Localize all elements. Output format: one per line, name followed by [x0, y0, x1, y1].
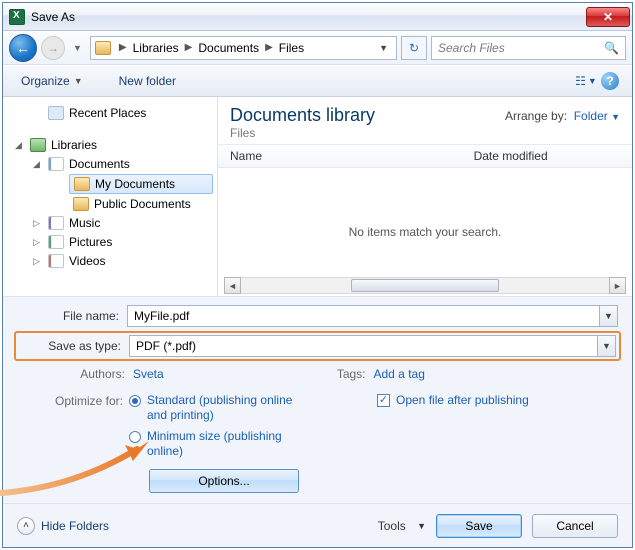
view-options-button[interactable]: ☷ ▼ — [574, 70, 598, 92]
folder-icon — [95, 41, 111, 55]
nav-bar: ← → ▼ ▶ Libraries ▶ Documents ▶ Files ▼ … — [3, 31, 632, 65]
videos-icon — [48, 254, 64, 268]
arrange-by-menu[interactable]: Arrange by: Folder ▼ — [505, 105, 620, 140]
music-icon — [48, 216, 64, 230]
radio-icon — [129, 395, 141, 407]
save-button[interactable]: Save — [436, 514, 522, 538]
tags-label: Tags: — [318, 367, 368, 381]
excel-app-icon — [9, 9, 25, 25]
empty-message: No items match your search. — [349, 225, 502, 239]
filename-input[interactable]: MyFile.pdf ▼ — [127, 305, 618, 327]
recent-places-icon — [48, 106, 64, 120]
library-title: Documents library — [230, 105, 505, 126]
search-input[interactable]: Search Files 🔍 — [431, 36, 626, 60]
radio-icon — [129, 431, 141, 443]
tree-music[interactable]: ▷ Music — [29, 214, 213, 232]
optimize-label: Optimize for: — [41, 393, 129, 459]
tree-recent-places[interactable]: Recent Places — [29, 104, 213, 122]
tree-public-documents[interactable]: Public Documents — [69, 195, 213, 213]
close-button[interactable]: ✕ — [586, 7, 630, 27]
cancel-button[interactable]: Cancel — [532, 514, 618, 538]
savetype-dropdown[interactable]: PDF (*.pdf) ▼ — [129, 335, 616, 357]
back-button[interactable]: ← — [9, 34, 37, 62]
highlight-save-as-type: Save as type: PDF (*.pdf) ▼ — [14, 331, 621, 361]
savetype-label: Save as type: — [19, 339, 129, 353]
column-headers: Name Date modified — [218, 144, 632, 168]
column-date-modified[interactable]: Date modified — [462, 145, 632, 167]
content-pane: Documents library Files Arrange by: Fold… — [218, 97, 632, 296]
search-placeholder: Search Files — [438, 41, 505, 55]
form-area: File name: MyFile.pdf ▼ Save as type: PD… — [3, 296, 632, 503]
horizontal-scrollbar[interactable]: ◄ ► — [224, 277, 626, 294]
dialog-footer: ˄ Hide Folders Tools ▼ Save Cancel — [3, 503, 632, 547]
tags-value[interactable]: Add a tag — [374, 367, 425, 381]
tree-videos[interactable]: ▷ Videos — [29, 252, 213, 270]
organize-menu[interactable]: Organize▼ — [13, 70, 91, 92]
library-header: Documents library Files Arrange by: Fold… — [218, 97, 632, 144]
filename-dropdown[interactable]: ▼ — [599, 306, 617, 326]
checkbox-icon: ✓ — [377, 394, 390, 407]
tree-documents[interactable]: ◢ Documents — [29, 155, 213, 173]
scroll-left-button[interactable]: ◄ — [224, 277, 241, 294]
command-toolbar: Organize▼ New folder ☷ ▼ ? — [3, 65, 632, 97]
library-subtitle: Files — [230, 126, 505, 140]
chevron-up-icon: ˄ — [17, 517, 35, 535]
documents-icon — [48, 157, 64, 171]
hide-folders-button[interactable]: ˄ Hide Folders — [17, 517, 109, 535]
radio-standard[interactable]: Standard (publishing online and printing… — [129, 393, 307, 423]
savetype-dropdown-button[interactable]: ▼ — [597, 336, 615, 356]
chevron-right-icon[interactable]: ▶ — [181, 42, 197, 53]
authors-label: Authors: — [17, 367, 127, 381]
chevron-right-icon[interactable]: ▶ — [261, 42, 277, 53]
refresh-button[interactable]: ↻ — [401, 36, 427, 60]
breadcrumb-libraries[interactable]: Libraries — [133, 41, 179, 55]
options-button[interactable]: Options... — [149, 469, 299, 493]
folder-icon — [74, 177, 90, 191]
tree-my-documents[interactable]: My Documents — [69, 174, 213, 194]
body-area: Recent Places ◢ Libraries ◢ Documents My… — [3, 97, 632, 296]
checkbox-open-after[interactable]: ✓ Open file after publishing — [377, 393, 529, 408]
breadcrumb-documents[interactable]: Documents — [198, 41, 259, 55]
authors-value[interactable]: Sveta — [133, 367, 164, 381]
forward-button: → — [41, 36, 65, 60]
libraries-icon — [30, 138, 46, 152]
save-as-dialog: Save As ✕ ← → ▼ ▶ Libraries ▶ Documents … — [2, 2, 633, 548]
new-folder-button[interactable]: New folder — [111, 70, 184, 92]
window-title: Save As — [31, 10, 586, 24]
pictures-icon — [48, 235, 64, 249]
filename-label: File name: — [17, 309, 127, 323]
tree-pictures[interactable]: ▷ Pictures — [29, 233, 213, 251]
tree-libraries[interactable]: ◢ Libraries — [7, 136, 213, 154]
radio-minimum[interactable]: Minimum size (publishing online) — [129, 429, 307, 459]
scrollbar-thumb[interactable] — [351, 279, 498, 292]
file-list-area: No items match your search. ◄ ► — [218, 168, 632, 296]
scroll-right-button[interactable]: ► — [609, 277, 626, 294]
title-bar: Save As ✕ — [3, 3, 632, 31]
search-icon: 🔍 — [604, 41, 619, 55]
folder-icon — [73, 197, 89, 211]
chevron-right-icon[interactable]: ▶ — [115, 42, 131, 53]
help-button[interactable]: ? — [598, 70, 622, 92]
address-bar[interactable]: ▶ Libraries ▶ Documents ▶ Files ▼ — [90, 36, 397, 60]
breadcrumb-files[interactable]: Files — [279, 41, 304, 55]
tools-menu[interactable]: Tools ▼ — [378, 519, 426, 533]
navigation-pane: Recent Places ◢ Libraries ◢ Documents My… — [3, 97, 218, 296]
column-name[interactable]: Name — [218, 145, 462, 167]
recent-locations-dropdown[interactable]: ▼ — [73, 43, 82, 53]
